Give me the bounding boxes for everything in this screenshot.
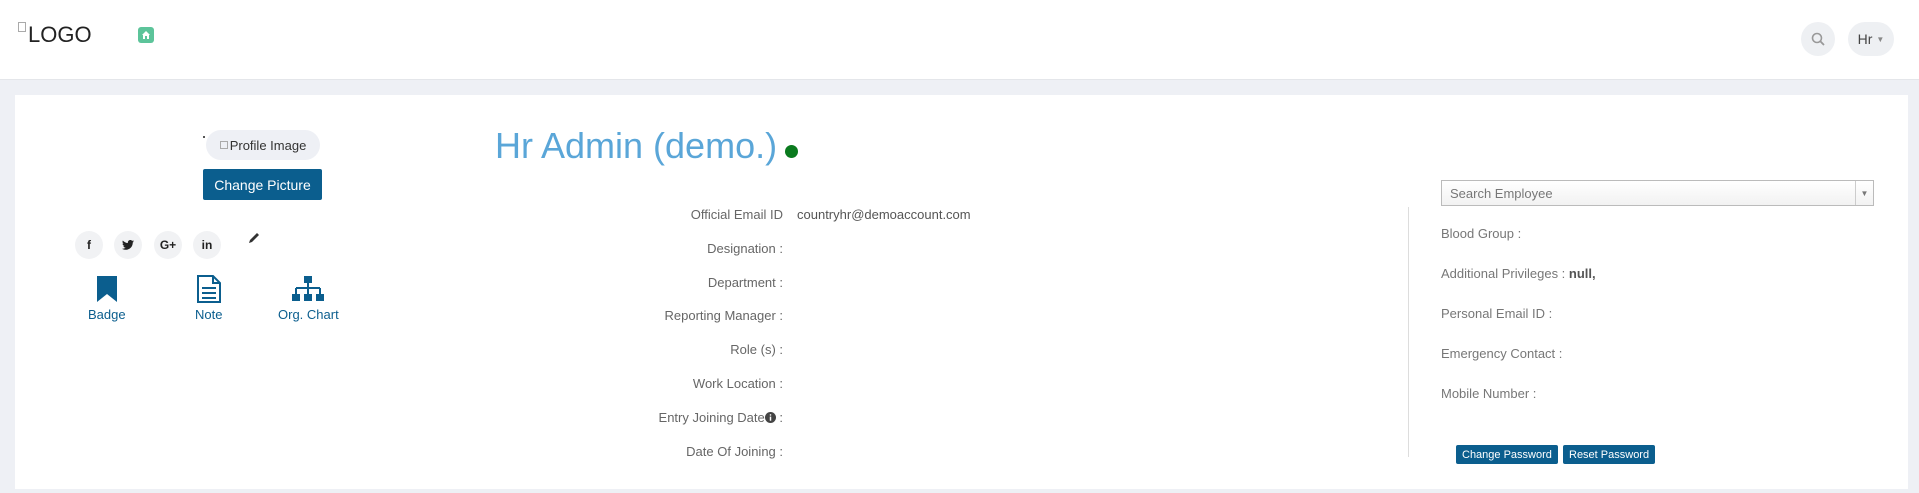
google-plus-icon: G+ [159, 238, 177, 252]
emergency-contact-label: Emergency Contact : [1441, 346, 1563, 361]
broken-image-icon [18, 22, 26, 32]
profile-image: Profile Image [206, 130, 320, 160]
search-employee-placeholder: Search Employee [1450, 185, 1553, 201]
note-link[interactable]: Note [195, 275, 222, 322]
note-label: Note [195, 307, 223, 322]
field-reporting-manager: Reporting Manager : [495, 308, 1195, 328]
field-designation: Designation : [495, 241, 1195, 261]
field-label-text: Entry Joining Date [658, 410, 765, 425]
additional-privileges-label: Additional Privileges : [1441, 266, 1566, 281]
linkedin-button[interactable]: in [193, 231, 221, 259]
change-password-button[interactable]: Change Password [1456, 445, 1558, 464]
search-employee-select[interactable]: Search Employee ▼ [1441, 180, 1874, 206]
online-status-indicator [785, 144, 799, 158]
profile-card: Profile Image Change Picture f G+ in Bad… [15, 95, 1908, 489]
top-navbar: LOGO Hr ▼ [0, 0, 1919, 80]
google-plus-button[interactable]: G+ [154, 231, 182, 259]
info-icon[interactable] [764, 412, 776, 423]
home-button[interactable] [138, 27, 154, 43]
field-label: Entry Joining Date : [495, 410, 783, 430]
reset-password-button[interactable]: Reset Password [1563, 445, 1656, 464]
dropdown-arrow-icon[interactable]: ▼ [1855, 181, 1873, 205]
field-value: countryhr@demoaccount.com [797, 207, 971, 222]
badge-link[interactable]: Badge [88, 275, 126, 322]
personal-email-label: Personal Email ID : [1441, 306, 1553, 321]
field-label: Designation : [707, 241, 783, 256]
edit-social-button[interactable] [247, 231, 263, 247]
search-button[interactable] [1801, 22, 1835, 56]
employee-name: Hr Admin (demo.) [495, 125, 778, 166]
org-chart-icon [292, 276, 325, 301]
field-roles: Role (s) : [495, 342, 1195, 362]
field-work-location: Work Location : [495, 376, 1195, 396]
badge-label: Badge [88, 307, 126, 322]
additional-privileges-row: Additional Privileges : null, [1441, 266, 1596, 281]
field-department: Department : [495, 275, 1195, 295]
field-label: Role (s) : [730, 342, 783, 357]
org-chart-link[interactable]: Org. Chart [278, 275, 339, 322]
home-icon [142, 31, 150, 39]
profile-image-alt: Profile Image [229, 137, 307, 153]
field-label-suffix: : [775, 410, 783, 425]
change-picture-button[interactable]: Change Picture [203, 169, 322, 200]
user-menu-button[interactable]: Hr ▼ [1848, 22, 1894, 56]
bookmark-icon [96, 276, 117, 302]
document-icon [196, 275, 221, 303]
field-label: Reporting Manager : [664, 308, 783, 323]
field-entry-joining-date: Entry Joining Date : [495, 410, 1195, 430]
field-official-email: Official Email ID countryhr@demoaccount.… [495, 207, 1195, 227]
field-label: Work Location : [692, 376, 783, 391]
org-chart-label: Org. Chart [278, 307, 339, 322]
field-label: Date Of Joining : [686, 444, 783, 459]
field-date-of-joining: Date Of Joining : [495, 444, 1195, 464]
decorative-dot [203, 136, 205, 138]
field-label: Official Email ID [690, 207, 783, 222]
mobile-number-label: Mobile Number : [1441, 386, 1537, 401]
twitter-icon [122, 240, 134, 250]
logo-alt-text: LOGO [28, 22, 92, 47]
caret-down-icon: ▼ [1876, 34, 1885, 44]
pencil-icon [249, 233, 259, 243]
facebook-button[interactable]: f [75, 231, 103, 259]
employee-name-heading: Hr Admin (demo.) [495, 125, 799, 167]
vertical-divider [1408, 207, 1409, 457]
broken-image-icon [219, 141, 228, 149]
facebook-icon: f [87, 238, 91, 252]
user-menu-label: Hr [1857, 31, 1873, 47]
search-icon [1811, 32, 1825, 46]
linkedin-icon: in [201, 238, 213, 252]
additional-privileges-value: null, [1568, 266, 1596, 281]
blood-group-label: Blood Group : [1441, 226, 1522, 241]
twitter-button[interactable] [114, 231, 142, 259]
field-label: Department : [707, 275, 783, 290]
logo[interactable]: LOGO [18, 22, 92, 48]
